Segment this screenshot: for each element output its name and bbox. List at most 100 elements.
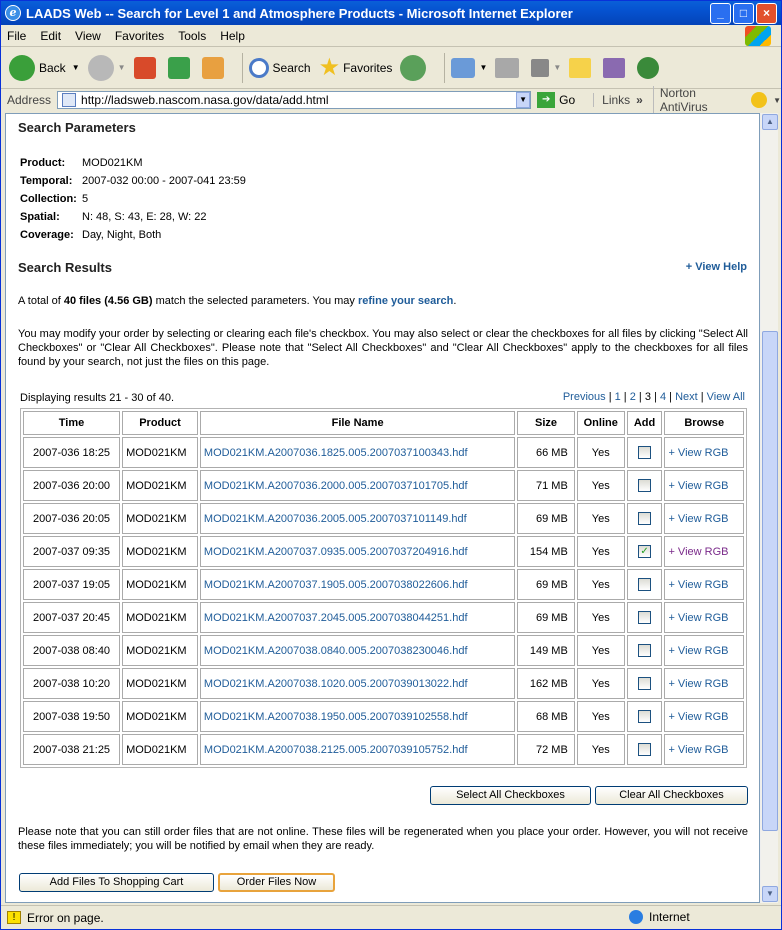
table-row: 2007-037 09:35 MOD021KM MOD021KM.A2007037.…: [23, 536, 744, 567]
stop-icon: [133, 56, 156, 79]
file-link[interactable]: MOD021KM.A2007037.2045.005.2007038044251…: [204, 612, 468, 624]
table-row: 2007-036 20:05 MOD021KM MOD021KM.A2007036.…: [23, 503, 744, 534]
add-checkbox[interactable]: [638, 611, 652, 624]
scroll-up-icon[interactable]: ▲: [762, 114, 778, 130]
file-link[interactable]: MOD021KM.A2007038.2125.005.2007039105752…: [204, 744, 468, 756]
file-link[interactable]: MOD021KM.A2007037.0935.005.2007037204916…: [204, 546, 468, 558]
add-to-cart-button[interactable]: Add Files To Shopping Cart: [19, 873, 214, 892]
messenger-button[interactable]: [637, 56, 663, 79]
forward-arrow-icon: [87, 54, 114, 81]
menu-tools[interactable]: Tools: [178, 29, 206, 43]
minimize-button[interactable]: _: [710, 3, 731, 24]
add-checkbox[interactable]: [638, 479, 652, 492]
cell-size: 68 MB: [517, 701, 575, 732]
view-rgb-link[interactable]: + View RGB: [668, 612, 728, 624]
menu-file[interactable]: File: [7, 29, 26, 43]
add-checkbox[interactable]: [638, 677, 652, 690]
address-input[interactable]: http://ladsweb.nascom.nasa.gov/data/add.…: [57, 91, 532, 109]
results-summary: A total of 40 files (4.56 GB) match the …: [18, 295, 457, 307]
research-icon: [603, 57, 626, 78]
refresh-icon: [167, 56, 190, 79]
cell-online: Yes: [576, 734, 625, 765]
previous-page-link[interactable]: Previous: [563, 391, 606, 403]
add-checkbox[interactable]: [638, 446, 652, 459]
file-link[interactable]: MOD021KM.A2007036.2005.005.2007037101149…: [204, 513, 467, 525]
close-button[interactable]: ×: [756, 3, 777, 24]
view-rgb-link[interactable]: + View RGB: [668, 480, 728, 492]
warning-icon[interactable]: !: [7, 911, 21, 924]
cell-time: 2007-037 20:45: [23, 602, 121, 633]
chevron-down-icon[interactable]: ▼: [773, 96, 781, 105]
back-arrow-icon: [9, 54, 35, 81]
messenger-icon: [637, 56, 660, 79]
cell-time: 2007-038 21:25: [23, 734, 121, 765]
globe-icon: [629, 910, 643, 924]
table-row: 2007-038 21:25 MOD021KM MOD021KM.A2007038.…: [23, 734, 744, 765]
file-link[interactable]: MOD021KM.A2007037.1905.005.2007038022606…: [204, 579, 468, 591]
refresh-button[interactable]: [167, 56, 194, 79]
view-rgb-link[interactable]: + View RGB: [668, 579, 728, 591]
view-help-link[interactable]: + View Help: [686, 261, 747, 273]
file-link[interactable]: MOD021KM.A2007038.1020.005.2007039013022…: [204, 678, 468, 690]
menu-bar: File Edit View Favorites Tools Help: [1, 25, 781, 47]
add-checkbox[interactable]: ✓: [638, 545, 652, 558]
page-2-link[interactable]: 2: [630, 391, 636, 403]
mail-button[interactable]: ▼: [451, 57, 487, 78]
search-button[interactable]: Search: [248, 57, 311, 78]
add-checkbox[interactable]: [638, 512, 652, 525]
chevron-down-icon[interactable]: ▼: [516, 92, 531, 108]
file-link[interactable]: MOD021KM.A2007036.1825.005.2007037100343…: [204, 447, 468, 459]
view-rgb-link[interactable]: + View RGB: [668, 546, 728, 558]
clear-all-checkboxes-button[interactable]: Clear All Checkboxes: [595, 786, 748, 805]
add-checkbox[interactable]: [638, 578, 652, 591]
view-rgb-link[interactable]: + View RGB: [668, 711, 728, 723]
favorites-button[interactable]: ★ Favorites: [319, 53, 393, 82]
cell-product: MOD021KM: [122, 668, 198, 699]
view-rgb-link[interactable]: + View RGB: [668, 447, 728, 459]
norton-button[interactable]: Norton AntiVirus: [652, 86, 745, 114]
file-link[interactable]: MOD021KM.A2007038.1950.005.2007039102558…: [204, 711, 468, 723]
add-checkbox[interactable]: [638, 710, 652, 723]
next-page-link[interactable]: Next: [675, 391, 698, 403]
edit-button[interactable]: ▼: [531, 58, 561, 77]
stop-button[interactable]: [133, 56, 160, 79]
search-results-heading: Search Results: [18, 260, 112, 275]
menu-view[interactable]: View: [75, 29, 101, 43]
home-button[interactable]: [201, 56, 228, 79]
maximize-button[interactable]: □: [733, 3, 754, 24]
view-rgb-link[interactable]: + View RGB: [668, 744, 728, 756]
view-rgb-link[interactable]: + View RGB: [668, 678, 728, 690]
select-all-checkboxes-button[interactable]: Select All Checkboxes: [430, 786, 591, 805]
view-rgb-link[interactable]: + View RGB: [668, 513, 728, 525]
add-checkbox[interactable]: [638, 743, 652, 756]
links-button[interactable]: Links: [593, 93, 630, 107]
search-icon: [248, 57, 269, 78]
menu-favorites[interactable]: Favorites: [115, 29, 164, 43]
forward-button[interactable]: ▼: [87, 54, 126, 81]
file-link[interactable]: MOD021KM.A2007038.0840.005.2007038230046…: [204, 645, 468, 657]
back-button[interactable]: Back ▼: [9, 54, 80, 81]
chevron-right-icon[interactable]: »: [636, 93, 643, 107]
cell-size: 66 MB: [517, 437, 575, 468]
scroll-down-icon[interactable]: ▼: [762, 886, 778, 902]
page-4-link[interactable]: 4: [660, 391, 666, 403]
page-1-link[interactable]: 1: [615, 391, 621, 403]
go-button[interactable]: ➔ Go: [537, 92, 575, 108]
view-all-link[interactable]: View All: [707, 391, 745, 403]
research-button[interactable]: [603, 57, 629, 78]
print-button[interactable]: [495, 57, 523, 78]
history-button[interactable]: [400, 54, 430, 81]
discuss-button[interactable]: [569, 57, 595, 78]
vertical-scrollbar[interactable]: ▲ ▼: [760, 113, 778, 903]
menu-edit[interactable]: Edit: [40, 29, 61, 43]
window-title: LAADS Web -- Search for Level 1 and Atmo…: [26, 5, 573, 21]
menu-help[interactable]: Help: [220, 29, 245, 43]
table-row: 2007-036 18:25 MOD021KM MOD021KM.A2007036.…: [23, 437, 744, 468]
order-files-now-button[interactable]: Order Files Now: [218, 873, 335, 892]
refine-search-link[interactable]: refine your search: [358, 295, 453, 307]
history-icon: [400, 54, 427, 81]
view-rgb-link[interactable]: + View RGB: [668, 645, 728, 657]
scroll-thumb[interactable]: [762, 331, 778, 831]
file-link[interactable]: MOD021KM.A2007036.2000.005.2007037101705…: [204, 480, 468, 492]
add-checkbox[interactable]: [638, 644, 652, 657]
